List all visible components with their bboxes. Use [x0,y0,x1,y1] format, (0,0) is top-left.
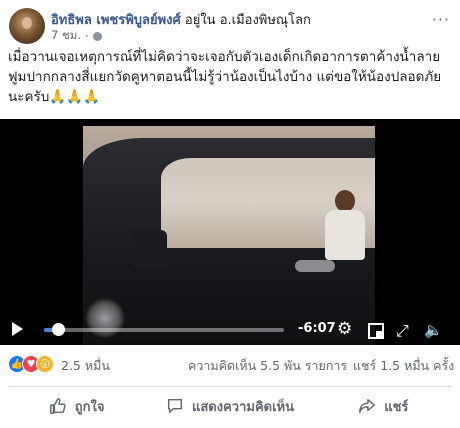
divider [9,386,451,387]
fullscreen-icon[interactable]: ⤢ [396,321,409,341]
person-figure [321,190,369,260]
settings-icon[interactable]: ⚙ [337,321,352,338]
post-time[interactable]: 7 ชม. [51,27,81,45]
car-window [161,158,375,260]
post-header: อิทธิพล เพชรพิบูลย์พงศ์ อยู่ใน อ.เมืองพิ… [0,0,460,44]
share-icon [359,398,376,414]
share-count[interactable]: แชร์ 1.5 หมื่น ครั้ง [353,356,454,376]
side-mirror [133,230,167,270]
action-bar: ถูกใจ แสดงความคิดเห็น แชร์ [0,390,460,422]
time-remaining: -6:07 [298,321,336,336]
like-button[interactable]: ถูกใจ [0,390,153,422]
door-handle [295,260,335,272]
play-icon[interactable] [12,322,23,336]
post-stats: 👍 ♥ 😮 2.5 หมื่น ความคิดเห็น 5.5 พัน รายก… [0,353,460,379]
video-frame[interactable] [83,126,375,345]
share-label: แชร์ [384,399,409,415]
wow-reaction-icon: 😮 [36,355,54,373]
reaction-icons[interactable]: 👍 ♥ 😮 [8,355,54,373]
author-name[interactable]: อิทธิพล เพชรพิบูลย์พงศ์ [51,13,181,28]
comment-button[interactable]: แสดงความคิดเห็น [153,390,306,422]
comment-label: แสดงความคิดเห็น [191,399,294,415]
post-meta: 7 ชม. · [51,27,102,45]
thumbs-up-icon [49,398,66,414]
comment-count[interactable]: ความคิดเห็น 5.5 พัน รายการ [188,356,347,376]
comment-icon [167,398,183,414]
author-avatar[interactable] [9,8,45,44]
globe-icon [92,31,102,41]
more-options-button[interactable]: ··· [432,10,450,29]
progress-knob[interactable] [52,323,66,336]
reaction-count[interactable]: 2.5 หมื่น [61,356,110,376]
video-controls: -6:07 ⚙ ⤢ 🔈 [0,314,460,345]
post-text: เมื่อวานเจอเหตุการณ์ที่ไม่คิดว่าจะเจอกับ… [8,49,442,105]
pip-icon[interactable] [368,323,384,339]
progress-bar[interactable] [44,328,284,332]
volume-icon[interactable]: 🔈 [424,321,443,339]
like-label: ถูกใจ [74,399,105,415]
video-player[interactable]: -6:07 ⚙ ⤢ 🔈 [0,119,460,345]
share-button[interactable]: แชร์ [307,390,460,422]
location-text[interactable]: อยู่ใน อ.เมืองพิษณุโลก [181,13,311,28]
